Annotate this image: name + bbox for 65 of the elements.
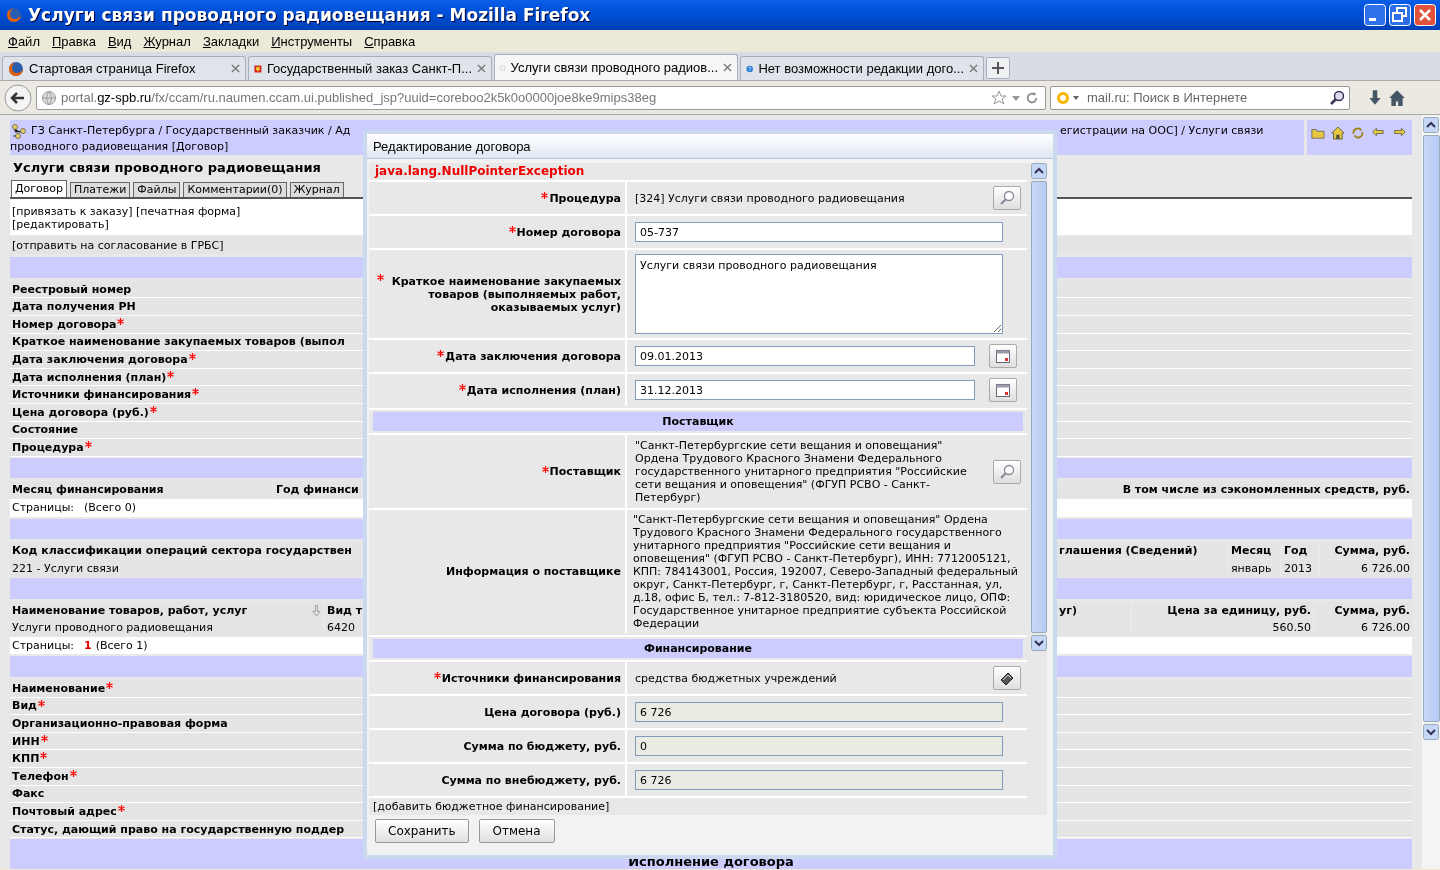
- error-message: java.lang.NullPointerException: [373, 163, 586, 180]
- pager-total: (Всего 1): [95, 639, 148, 653]
- field-label: Организационно-правовая форма: [12, 717, 228, 730]
- field-value: "Санкт-Петербургские сети вещания и оповещания" Ордена Трудового Красного Знамени Федерального государственного унитарного предприятия "Российские сети вещания и оповещения" (ФГУП РСВО - Санкт-Петербург): [635, 439, 968, 504]
- field-label: Поставщик: [549, 465, 621, 478]
- column-header: Год: [1282, 542, 1318, 560]
- field-label: Цена договора (руб.): [12, 405, 149, 419]
- field-label: Дата заключения договора: [445, 349, 621, 363]
- column-header-text: Наименование товаров, работ, услуг: [12, 602, 248, 619]
- column-header: Вид т: [325, 601, 362, 619]
- field-label: ИНН: [12, 734, 40, 748]
- field-label: Наименование: [12, 681, 106, 695]
- page-title: Услуги связи проводного радиовещания: [13, 159, 321, 175]
- pager-total: (Всего 0): [84, 501, 136, 515]
- column-header: Код классификации операций сектора государствен: [10, 542, 362, 560]
- window-title: Услуги связи проводного радиовещания - Mozilla Firefox: [28, 5, 591, 25]
- field-label: Статус, дающий право на государственную поддер: [12, 822, 345, 836]
- column-header: Сумма, руб.: [1320, 542, 1412, 560]
- table-cell: 221 - Услуги связи: [10, 559, 362, 577]
- field-label: Номер договора: [12, 317, 117, 331]
- field-value: [324] Услуги связи проводного радиовещания: [635, 191, 906, 205]
- field-label: Телефон: [12, 769, 69, 783]
- field-label: Краткое наименование закупаемых товаров (выпол: [12, 335, 345, 349]
- field-label: Процедура: [12, 441, 84, 455]
- column-header: глашения (Сведений): [1057, 542, 1227, 560]
- column-header: В том числе из сэкономленных средств, руб.: [1057, 481, 1412, 499]
- table-cell: 2013: [1282, 559, 1318, 577]
- field-label: Источники финансирования: [441, 671, 621, 685]
- field-label: Дата исполнения (план): [12, 370, 167, 384]
- field-label: Источники финансирования: [12, 388, 192, 402]
- column-header: Год финанси: [274, 481, 362, 499]
- table-cell: Услуги проводного радиовещания: [10, 619, 323, 637]
- field-label: Цена договора (руб.): [484, 705, 621, 719]
- field-label: Номер договора: [516, 225, 621, 239]
- column-header: Сумма, руб.: [1315, 601, 1412, 619]
- dialog-title: Редактирование договора: [373, 138, 531, 154]
- table-cell: 6 726.00: [1315, 619, 1412, 637]
- field-label: Сумма по внебюджету, руб.: [441, 773, 621, 787]
- field-label: Почтовый адрес: [12, 805, 117, 819]
- section-header: Поставщик: [373, 412, 1023, 431]
- pager-label: Страницы:: [12, 639, 75, 653]
- table-cell: январь: [1229, 559, 1280, 577]
- field-value: средства бюджетных учреждений: [635, 671, 838, 685]
- table-cell: 560.50: [1132, 619, 1313, 637]
- field-label: Информация о поставщике: [446, 565, 621, 578]
- field-label: Состояние: [12, 423, 78, 437]
- section-header: Финансирование: [373, 639, 1023, 658]
- table-cell: 6420: [325, 619, 362, 637]
- field-label: Дата получения РН: [12, 300, 136, 314]
- supplier-info: "Санкт-Петербургские сети вещания и оповещания" Ордена Трудового Красного Знамени Федерального государственного унитарного предприятия "Российские сети вещания и оповещения" (ФГУП РСВО - Санкт-Петербург), ИНН: 7712005121, КПП: 784143001, Россия, 192007, Северо-Западный федеральный округ, Санкт-Петербург, г, Санкт-Петербург, г, Расстанная, ул, д.18, офис Б, тел.: 7-812-3180520, вид: юридическое лицо, ОПФ: Государственное унитарное предприятие субъекта Российской Федерации: [633, 513, 1019, 630]
- field-label: Факс: [12, 787, 45, 801]
- table-cell: 6 726.00: [1320, 559, 1412, 577]
- field-label: Дата заключения договора: [12, 353, 188, 367]
- field-label: Краткое наименование закупаемых товаров (выполняемых работ, оказываемых услуг): [390, 274, 621, 314]
- column-header: уг): [1057, 601, 1130, 619]
- field-label: Сумма по бюджету, руб.: [463, 739, 621, 753]
- field-label: Дата исполнения (план): [466, 383, 621, 397]
- field-label: КПП: [12, 752, 40, 766]
- column-header: Месяц финансирования: [10, 481, 272, 499]
- field-label: Реестровый номер: [12, 282, 132, 296]
- column-header: Месяц: [1229, 542, 1280, 560]
- column-header: Цена за единицу, руб.: [1132, 601, 1313, 619]
- field-label: Процедура: [549, 191, 621, 205]
- pager-label: Страницы:: [12, 501, 75, 515]
- field-label: Вид: [12, 699, 37, 713]
